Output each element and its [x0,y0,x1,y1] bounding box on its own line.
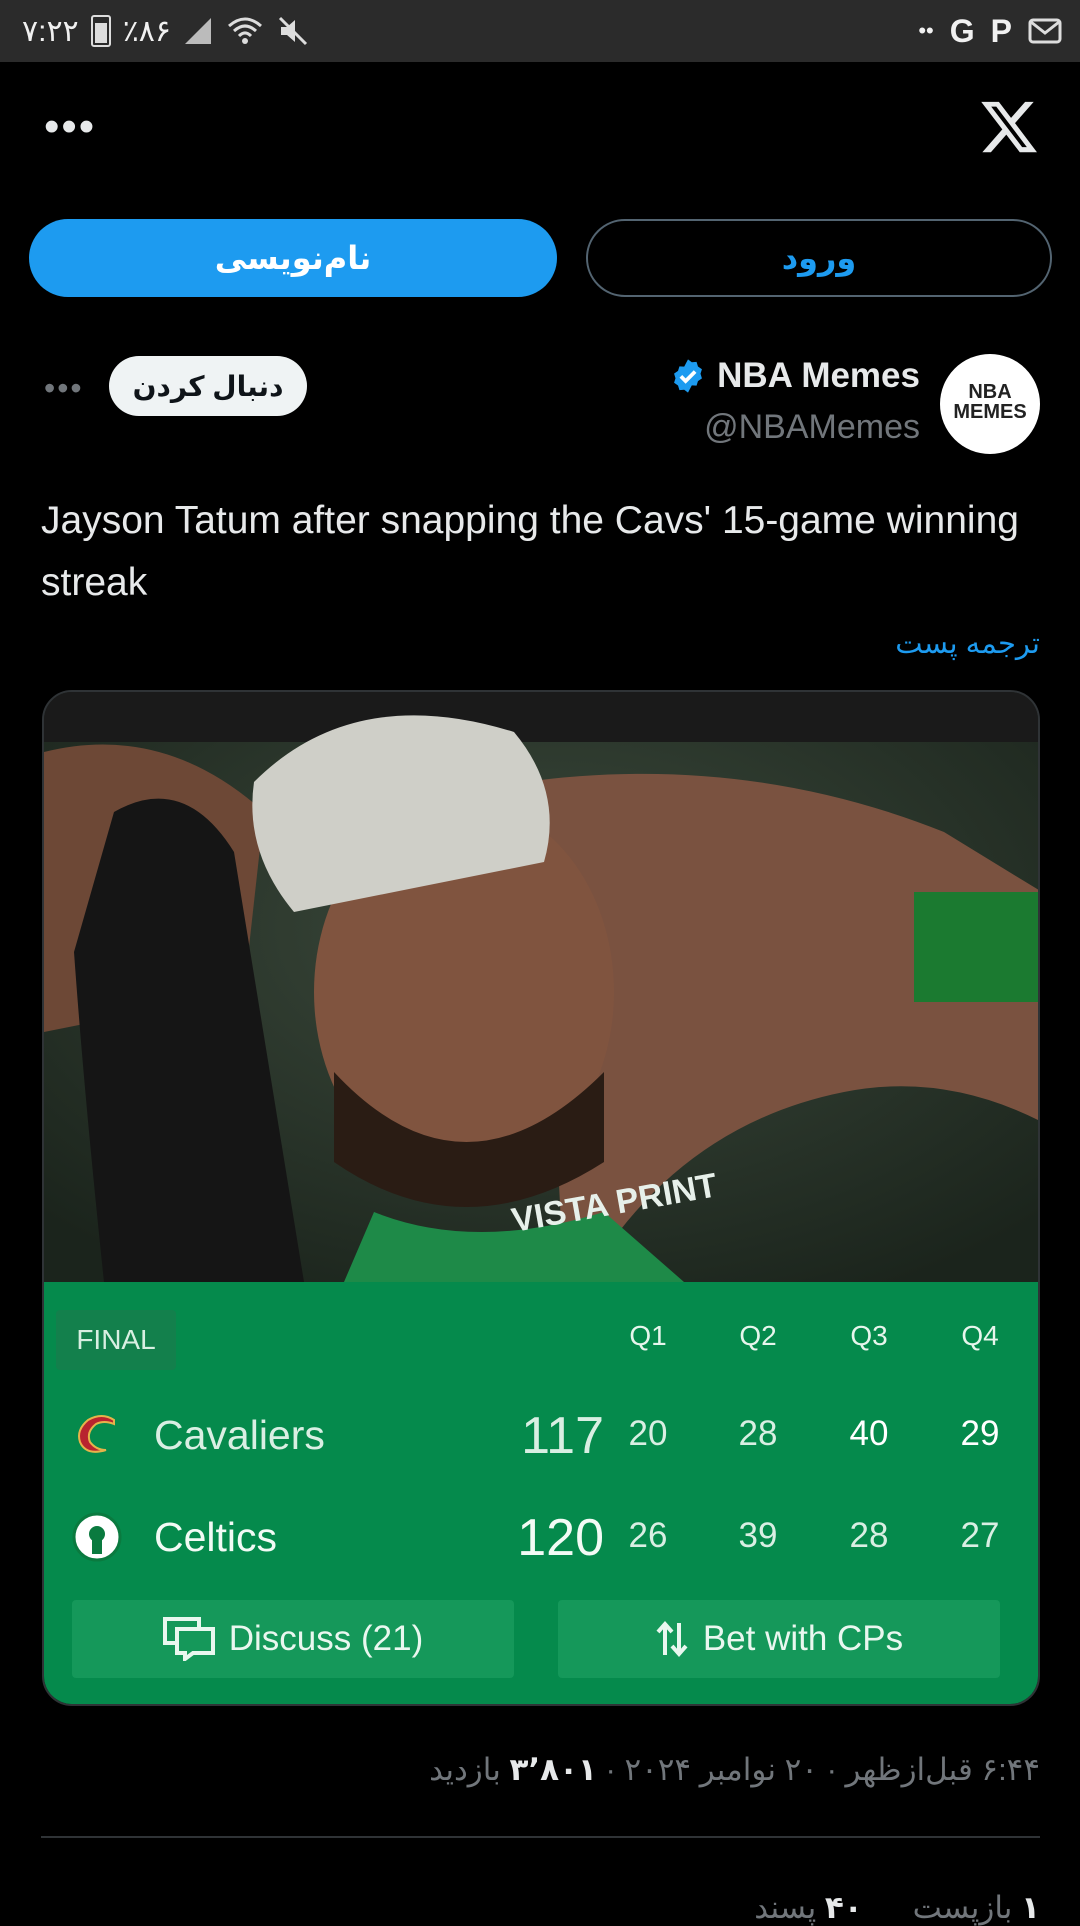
chat-icon [162,1617,215,1661]
mail-icon [1028,18,1062,44]
wifi-icon [228,17,263,44]
discuss-button[interactable]: Discuss (21) [72,1600,514,1678]
quarter-score: 28 [738,1414,778,1453]
status-bar: ۷:۲۲ ٪۸۶ •• G P [0,0,1080,62]
quarter-header: Q3 [850,1320,888,1351]
final-badge: FINAL [56,1310,176,1370]
battery-icon [90,15,111,47]
divider [41,1836,1040,1838]
quarter-score: 40 [849,1414,889,1453]
photo-illustration: VISTA PRINT [44,692,1038,1282]
tweet-timestamp[interactable]: ۶:۴۴ قبل‌ازظهر · ۲۰ نوامبر ۲۰۲۴ · [597,1752,1040,1787]
reposts-stat[interactable]: ۱ بازپست [913,1890,1040,1926]
login-button[interactable]: ورود [586,219,1052,297]
author-name: NBA Memes [717,356,920,395]
top-nav: ••• [0,62,1080,192]
views-label: بازدید [429,1752,510,1787]
view-count: ۳٬۸۰۱ [509,1752,597,1787]
likes-stat[interactable]: ۴۰ پسند [754,1890,862,1926]
status-time: ۷:۲۲ [22,14,79,48]
status-left: ۷:۲۲ ٪۸۶ [22,0,309,62]
tweet-media[interactable]: VISTA PRINT FINAL Q1 Q2 Q3 Q4 Cavaliers … [42,690,1040,1706]
swap-arrows-icon [656,1620,688,1658]
celtics-logo-icon [72,1512,122,1562]
team-name: Cavaliers [154,1412,325,1458]
quarter-score: 27 [960,1516,1000,1555]
quarter-header: Q1 [629,1320,667,1351]
verified-badge-icon [674,359,702,393]
tweet-more-button[interactable]: ••• [44,370,84,407]
team-total: 120 [517,1509,604,1567]
status-right: •• G P [918,0,1062,62]
dots-icon: •• [918,18,934,43]
google-icon: G [949,12,975,49]
p-icon: P [990,12,1012,49]
signal-icon [185,18,212,44]
follow-button[interactable]: دنبال کردن [109,356,307,416]
avatar[interactable]: NBA MEMES [940,354,1040,454]
translate-link[interactable]: ترجمه پست [895,626,1040,661]
avatar-label: NBA MEMES [953,381,1027,423]
signup-button[interactable]: نام‌نویسی [29,219,557,297]
scoreboard: FINAL Q1 Q2 Q3 Q4 Cavaliers 117 20 28 40… [44,1282,1038,1704]
engagement-stats: ۱ بازپست ۴۰ پسند [754,1890,1040,1926]
team-total: 117 [521,1407,604,1465]
bet-label: Bet with CPs [702,1619,904,1658]
cavaliers-logo-icon [78,1415,115,1453]
quarter-score: 20 [628,1414,668,1453]
quarter-score: 28 [849,1516,889,1555]
discuss-label: Discuss (21) [228,1619,424,1658]
battery-percent: ٪۸۶ [122,14,172,48]
team-row-celtics: Celtics 120 26 39 28 27 [44,1502,1038,1572]
team-row-cavaliers: Cavaliers 117 20 28 40 29 [44,1400,1038,1470]
team-name: Celtics [154,1514,278,1560]
quarter-header: Q2 [739,1320,777,1351]
more-options-button[interactable]: ••• [44,102,96,152]
quarter-score: 26 [628,1516,668,1555]
bet-button[interactable]: Bet with CPs [558,1600,1000,1678]
author-handle[interactable]: @NBAMemes [704,408,920,447]
quarter-score: 39 [738,1516,778,1555]
player-photo: VISTA PRINT [44,692,1038,1282]
mute-icon [278,16,308,46]
tweet-meta: ۶:۴۴ قبل‌ازظهر · ۲۰ نوامبر ۲۰۲۴ · ۳٬۸۰۱ … [429,1752,1040,1788]
author-name-row[interactable]: NBA Memes [669,356,920,396]
tweet-text: Jayson Tatum after snapping the Cavs' 15… [41,499,1019,604]
quarter-header: Q4 [961,1320,999,1351]
quarter-score: 29 [960,1414,1000,1453]
x-logo-icon[interactable] [978,96,1040,158]
